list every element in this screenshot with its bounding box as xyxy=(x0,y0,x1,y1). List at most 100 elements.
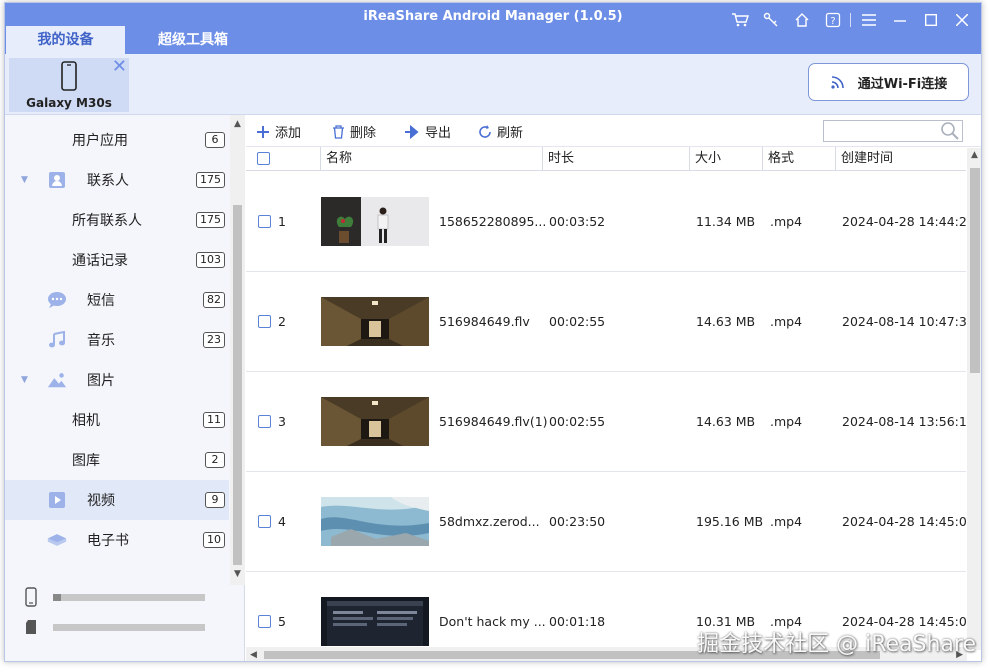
device-name: Galaxy M30s xyxy=(26,96,112,110)
sd-card-icon xyxy=(26,620,36,634)
sidebar-item-label: 电子书 xyxy=(87,533,129,549)
scroll-up-icon[interactable]: ▲ xyxy=(230,119,245,129)
key-icon[interactable] xyxy=(755,9,786,31)
count-badge: 23 xyxy=(203,332,225,348)
table-vertical-scrollbar[interactable]: ▲ xyxy=(967,148,981,650)
search-icon[interactable] xyxy=(940,122,960,140)
video-name: 516984649.flv(1) xyxy=(439,414,548,429)
row-checkbox[interactable] xyxy=(258,615,271,628)
delete-label: 删除 xyxy=(350,126,377,141)
home-icon[interactable] xyxy=(786,9,817,31)
delete-button[interactable]: 删除 xyxy=(332,122,376,141)
row-checkbox[interactable] xyxy=(258,415,271,428)
video-thumbnail xyxy=(321,597,429,646)
sidebar-item-user-apps[interactable]: 用户应用 6 xyxy=(5,120,229,160)
minimize-icon[interactable] xyxy=(884,9,915,31)
menu-icon[interactable] xyxy=(853,9,884,31)
toolbar: 添加 删除 导出 刷新 xyxy=(246,115,981,147)
picture-icon xyxy=(47,370,67,390)
table-row[interactable]: 2 516984649.flv 00:02:55 14.63 MB .mp4 2… xyxy=(246,272,966,372)
column-header-duration[interactable]: 时长 xyxy=(543,147,690,171)
main-panel: 添加 删除 导出 刷新 名称 时长 大小 格式 创建时间 1 158652280… xyxy=(246,115,981,661)
table-row[interactable]: 3 516984649.flv(1) 00:02:55 14.63 MB .mp… xyxy=(246,372,966,472)
table-row[interactable]: 1 158652280895... 00:03:52 11.34 MB .mp4… xyxy=(246,172,966,272)
export-arrow-icon xyxy=(405,124,419,139)
sidebar-item-label: 图片 xyxy=(87,373,115,389)
table-row[interactable]: 4 58dmxz.zerod... 00:23:50 195.16 MB .mp… xyxy=(246,472,966,572)
column-header-format[interactable]: 格式 xyxy=(763,147,836,171)
count-badge: 11 xyxy=(203,412,225,428)
row-checkbox[interactable] xyxy=(258,215,271,228)
video-name: 58dmxz.zerod... xyxy=(439,514,540,529)
sidebar-item-call-logs[interactable]: 通话记录 103 xyxy=(5,240,229,280)
title-bar: iReaShare Android Manager (1.0.5) 我的设备 超… xyxy=(5,3,981,54)
video-created: 2024-08-14 13:56:15 xyxy=(842,414,966,429)
scrollbar-thumb[interactable] xyxy=(233,205,242,565)
tab-super-toolbox[interactable]: 超级工具箱 xyxy=(143,26,243,54)
expand-caret-icon[interactable]: ▼ xyxy=(21,375,28,385)
sidebar-scrollbar[interactable]: ▲ ▼ xyxy=(230,115,245,585)
wifi-connect-button[interactable]: 通过Wi-Fi连接 xyxy=(808,63,969,101)
phone-storage-icon xyxy=(25,587,37,607)
video-thumbnail xyxy=(321,197,429,246)
column-header-size[interactable]: 大小 xyxy=(690,147,763,171)
device-card[interactable]: ✕ Galaxy M30s xyxy=(9,58,129,112)
video-size: 14.63 MB xyxy=(696,414,756,429)
wifi-icon xyxy=(831,76,844,89)
video-created: 2024-08-14 10:47:30 xyxy=(842,314,966,329)
scrollbar-thumb[interactable] xyxy=(970,168,980,373)
select-all-checkbox[interactable] xyxy=(257,152,270,165)
count-badge: 82 xyxy=(203,292,225,308)
export-button[interactable]: 导出 xyxy=(404,122,451,141)
device-close-icon[interactable]: ✕ xyxy=(112,58,127,76)
phone-icon xyxy=(61,61,77,91)
contacts-icon xyxy=(47,170,67,190)
watermark: 掘金技术社区 @ iReaShare xyxy=(697,632,976,657)
wifi-connect-label: 通过Wi-Fi连接 xyxy=(857,76,948,92)
scroll-left-icon[interactable]: ◀ xyxy=(250,650,257,660)
row-checkbox[interactable] xyxy=(258,515,271,528)
sidebar-item-camera[interactable]: 相机 11 xyxy=(5,400,229,440)
search-input[interactable] xyxy=(823,120,963,142)
sidebar-item-messages[interactable]: 短信 82 xyxy=(5,280,229,320)
video-size: 14.63 MB xyxy=(696,314,756,329)
row-index: 2 xyxy=(278,314,286,329)
add-button[interactable]: 添加 xyxy=(256,122,301,141)
scroll-up-icon[interactable]: ▲ xyxy=(971,150,978,160)
sidebar-item-label: 用户应用 xyxy=(72,133,128,149)
sidebar-item-pictures[interactable]: ▼ 图片 xyxy=(5,360,229,400)
scroll-down-icon[interactable]: ▼ xyxy=(230,569,245,579)
sidebar-item-videos[interactable]: 视频 9 xyxy=(5,480,229,520)
sidebar-item-contacts[interactable]: ▼ 联系人 175 xyxy=(5,160,229,200)
count-badge: 6 xyxy=(205,132,225,148)
sidebar-item-label: 音乐 xyxy=(87,333,115,349)
phone-storage xyxy=(25,587,210,607)
svg-text:?: ? xyxy=(830,16,835,27)
sidebar-item-all-contacts[interactable]: 所有联系人 175 xyxy=(5,200,229,240)
sidebar-item-gallery[interactable]: 图库 2 xyxy=(5,440,229,480)
row-checkbox[interactable] xyxy=(258,315,271,328)
video-name: Don't hack my ... xyxy=(439,614,546,629)
refresh-button[interactable]: 刷新 xyxy=(478,122,523,141)
help-icon[interactable]: ? xyxy=(817,9,848,31)
maximize-icon[interactable] xyxy=(915,9,946,31)
column-header-name[interactable]: 名称 xyxy=(321,147,543,171)
cart-icon[interactable] xyxy=(724,9,755,31)
video-duration: 00:01:18 xyxy=(549,614,606,629)
video-created: 2024-04-28 14:44:23 xyxy=(842,214,966,229)
sd-storage xyxy=(25,617,210,637)
sidebar-item-music[interactable]: 音乐 23 xyxy=(5,320,229,360)
video-duration: 00:23:50 xyxy=(549,514,606,529)
trash-icon xyxy=(333,124,344,139)
sidebar: 用户应用 6 ▼ 联系人 175 所有联系人 175 通话记录 103 短信 8… xyxy=(5,115,245,661)
tab-my-devices[interactable]: 我的设备 xyxy=(6,26,125,54)
sidebar-item-ebooks[interactable]: 电子书 10 xyxy=(5,520,229,560)
close-icon[interactable] xyxy=(946,9,977,31)
expand-caret-icon[interactable]: ▼ xyxy=(21,175,28,185)
column-header-created[interactable]: 创建时间 xyxy=(836,147,966,171)
video-name: 516984649.flv xyxy=(439,314,530,329)
video-duration: 00:03:52 xyxy=(549,214,606,229)
count-badge: 103 xyxy=(196,252,225,268)
video-thumbnail xyxy=(321,497,429,546)
refresh-label: 刷新 xyxy=(497,126,524,141)
